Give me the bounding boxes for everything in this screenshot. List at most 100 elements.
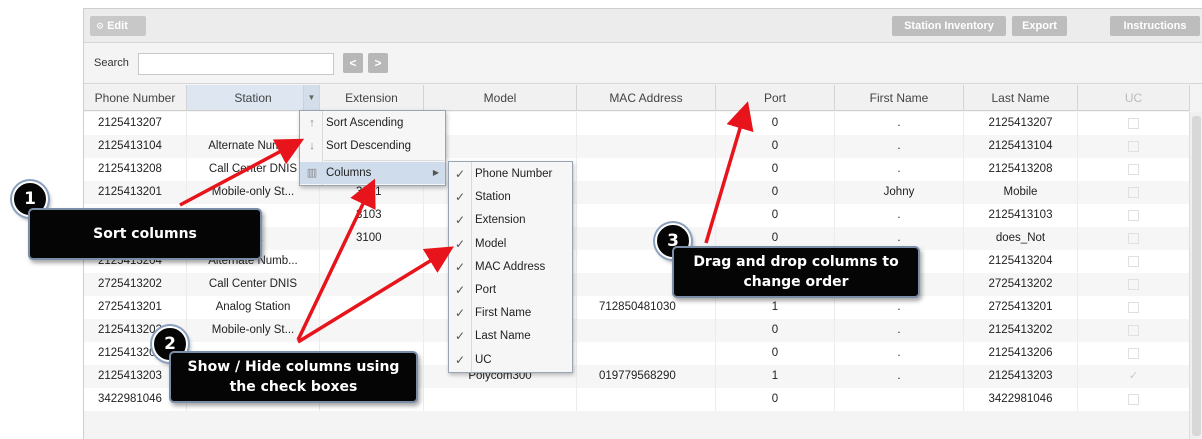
column-header-model[interactable]: Model bbox=[424, 85, 577, 111]
table-row[interactable]: 2125413104 Alternate Numb... 0. 2125413104 bbox=[84, 135, 1202, 158]
cell-extension bbox=[320, 296, 424, 319]
cell-last: 2125413103 bbox=[964, 204, 1078, 227]
column-header-phone[interactable]: Phone Number bbox=[84, 85, 187, 111]
cell-extension bbox=[320, 250, 424, 273]
columns-label: Columns bbox=[326, 167, 372, 179]
column-header-port[interactable]: Port bbox=[716, 85, 835, 111]
submenu-arrow-icon: ▶ bbox=[432, 168, 439, 177]
columns-icon: ▥ bbox=[306, 167, 318, 179]
column-toggle-phone[interactable]: ✓ Phone Number bbox=[449, 163, 572, 185]
cell-mac bbox=[577, 112, 716, 135]
checkmark-icon[interactable]: ✓ bbox=[455, 233, 465, 255]
cell-uc bbox=[1078, 204, 1190, 227]
vertical-scrollbar[interactable] bbox=[1189, 112, 1202, 439]
checkmark-icon[interactable]: ✓ bbox=[455, 209, 465, 231]
table-row[interactable]: 2125413208 Call Center DNIS 0. 2125413208 bbox=[84, 158, 1202, 181]
column-context-menu: ↑ Sort Ascending ↓ Sort Descending ▥ Col… bbox=[299, 110, 446, 186]
uc-check-icon[interactable]: ✓ bbox=[1129, 370, 1138, 382]
prev-button[interactable]: < bbox=[343, 53, 363, 73]
scrollbar-thumb[interactable] bbox=[1192, 116, 1201, 436]
uc-checkbox[interactable] bbox=[1128, 210, 1139, 221]
cell-port: 1 bbox=[716, 365, 835, 388]
uc-checkbox[interactable] bbox=[1128, 187, 1139, 198]
column-menu-trigger-icon[interactable]: ▼ bbox=[303, 85, 319, 111]
cell-station: Call Center DNIS bbox=[187, 273, 320, 296]
table-row[interactable]: 2725413202Call Center DNIS0.2725413202 bbox=[84, 273, 1202, 296]
column-toggle-port[interactable]: ✓ Port bbox=[449, 279, 572, 301]
uc-checkbox[interactable] bbox=[1128, 141, 1139, 152]
gear-icon: ⚙ bbox=[96, 21, 105, 31]
uc-checkbox[interactable] bbox=[1128, 118, 1139, 129]
instructions-button[interactable]: Instructions bbox=[1110, 16, 1200, 36]
uc-checkbox[interactable] bbox=[1128, 394, 1139, 405]
column-toggle-label: Phone Number bbox=[475, 168, 553, 180]
column-header-uc[interactable]: UC bbox=[1078, 85, 1190, 111]
uc-checkbox[interactable] bbox=[1128, 279, 1139, 290]
column-toggle-model[interactable]: ✓ Model bbox=[449, 233, 572, 255]
column-header-label: Model bbox=[483, 91, 517, 105]
sort-descending-item[interactable]: ↓ Sort Descending bbox=[300, 135, 445, 157]
station-inventory-button[interactable]: Station Inventory bbox=[892, 16, 1006, 36]
cell-uc bbox=[1078, 342, 1190, 365]
checkmark-icon[interactable]: ✓ bbox=[455, 349, 465, 371]
cell-mac: 019779568290 bbox=[577, 365, 716, 388]
next-button[interactable]: > bbox=[368, 53, 388, 73]
column-header-first[interactable]: First Name bbox=[835, 85, 964, 111]
cell-port: 0 bbox=[716, 342, 835, 365]
cell-port: 0 bbox=[716, 319, 835, 342]
table-row[interactable]: 2125413201 Mobile-only St... 3201 0 Johny Mob… bbox=[84, 181, 1202, 204]
uc-checkbox[interactable] bbox=[1128, 233, 1139, 244]
table-row[interactable]: 2125413207 0. 2125413207 bbox=[84, 112, 1202, 135]
cell-station: Analog Station bbox=[187, 296, 320, 319]
uc-checkbox[interactable] bbox=[1128, 256, 1139, 267]
column-toggle-last[interactable]: ✓ Last Name bbox=[449, 325, 572, 347]
column-toggle-first[interactable]: ✓ First Name bbox=[449, 302, 572, 324]
export-button[interactable]: Export bbox=[1012, 16, 1067, 36]
column-toggle-station[interactable]: ✓ Station bbox=[449, 186, 572, 208]
column-header-label: First Name bbox=[869, 91, 929, 105]
column-toggle-label: Last Name bbox=[475, 330, 531, 343]
column-toggle-uc[interactable]: ✓ UC bbox=[449, 349, 572, 371]
column-header-mac[interactable]: MAC Address bbox=[577, 85, 716, 111]
checkmark-icon[interactable]: ✓ bbox=[455, 186, 465, 208]
uc-checkbox[interactable] bbox=[1128, 325, 1139, 336]
cell-last: 2125413203 bbox=[964, 365, 1078, 388]
cell-last: 3422981046 bbox=[964, 388, 1078, 411]
checkmark-icon[interactable]: ✓ bbox=[455, 325, 465, 347]
cell-last: 2125413204 bbox=[964, 250, 1078, 273]
search-input[interactable] bbox=[138, 53, 334, 75]
column-header-label: Port bbox=[763, 91, 786, 105]
cell-uc bbox=[1078, 388, 1190, 411]
cell-phone: 2125413208 bbox=[84, 158, 187, 181]
column-header-extension[interactable]: Extension bbox=[320, 85, 424, 111]
checkmark-icon[interactable]: ✓ bbox=[455, 302, 465, 324]
table-row[interactable]: 2125413202 Mobile-only St... 0. 2125413202 bbox=[84, 319, 1202, 342]
cell-extension bbox=[320, 273, 424, 296]
cell-first: . bbox=[835, 158, 964, 181]
checkmark-icon[interactable]: ✓ bbox=[455, 163, 465, 185]
edit-button[interactable]: ⚙ Edit bbox=[90, 16, 146, 36]
cell-station: Mobile-only St... bbox=[187, 319, 320, 342]
cell-phone: 2125413104 bbox=[84, 135, 187, 158]
column-toggle-mac[interactable]: ✓ MAC Address bbox=[449, 256, 572, 278]
sort-ascending-item[interactable]: ↑ Sort Ascending bbox=[300, 112, 445, 134]
checkmark-icon[interactable]: ✓ bbox=[455, 279, 465, 301]
uc-checkbox[interactable] bbox=[1128, 348, 1139, 359]
checkmark-icon[interactable]: ✓ bbox=[455, 256, 465, 278]
callout-3-line2: change order bbox=[743, 274, 849, 290]
cell-model bbox=[424, 388, 577, 411]
column-header-station[interactable]: Station ▼ bbox=[187, 85, 320, 111]
columns-item[interactable]: ▥ Columns ▶ bbox=[300, 162, 445, 184]
callout-drag-drop: Drag and drop columns to change order bbox=[672, 246, 920, 298]
cell-last: does_Not bbox=[964, 227, 1078, 250]
uc-checkbox[interactable] bbox=[1128, 164, 1139, 175]
callout-2-line2: the check boxes bbox=[229, 379, 358, 395]
table-row[interactable]: 2725413201 Analog Station 712850481030 1. 27… bbox=[84, 296, 1202, 319]
cell-mac bbox=[577, 388, 716, 411]
cell-mac bbox=[577, 135, 716, 158]
cell-phone: 2125413201 bbox=[84, 181, 187, 204]
column-toggle-extension[interactable]: ✓ Extension bbox=[449, 209, 572, 231]
cell-port: 0 bbox=[716, 388, 835, 411]
uc-checkbox[interactable] bbox=[1128, 302, 1139, 313]
column-header-last[interactable]: Last Name bbox=[964, 85, 1078, 111]
